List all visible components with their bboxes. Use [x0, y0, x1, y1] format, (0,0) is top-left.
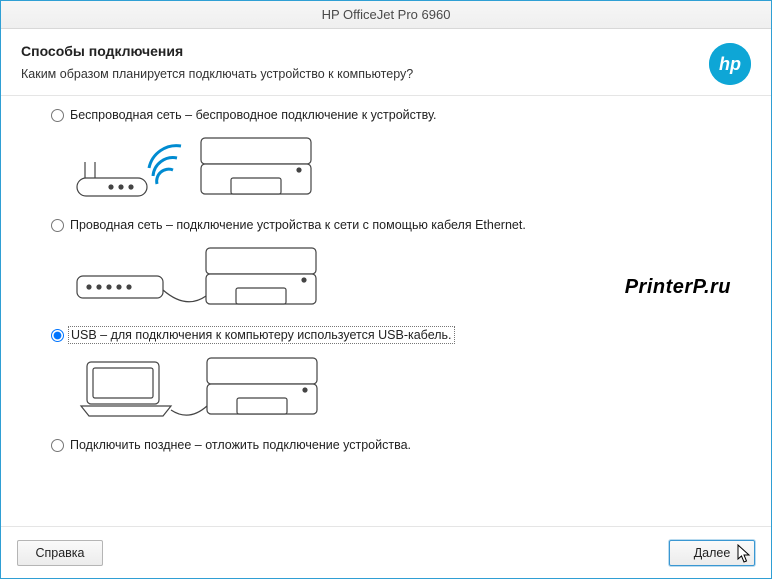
- option-later-label: Подключить позднее – отложить подключени…: [70, 438, 411, 452]
- option-later-row[interactable]: Подключить позднее – отложить подключени…: [51, 438, 731, 452]
- radio-wired[interactable]: [51, 219, 64, 232]
- option-wireless: Беспроводная сеть – беспроводное подключ…: [51, 108, 731, 208]
- watermark-text: PrinterP.ru: [625, 276, 731, 299]
- option-wireless-row[interactable]: Беспроводная сеть – беспроводное подключ…: [51, 108, 731, 122]
- radio-wireless[interactable]: [51, 109, 64, 122]
- footer: Справка Далее: [1, 526, 771, 578]
- page-subheading: Каким образом планируется подключать уст…: [21, 67, 413, 81]
- option-usb: USB – для подключения к компьютеру испол…: [51, 328, 731, 428]
- window-title: HP OfficeJet Pro 6960: [322, 7, 451, 22]
- page-heading: Способы подключения: [21, 43, 413, 59]
- next-button[interactable]: Далее: [669, 540, 755, 566]
- header-text: Способы подключения Каким образом планир…: [21, 43, 413, 81]
- header: Способы подключения Каким образом планир…: [1, 29, 771, 96]
- illustration-usb: [71, 348, 331, 428]
- option-wired-label: Проводная сеть – подключение устройства …: [70, 218, 526, 232]
- radio-usb[interactable]: [51, 329, 64, 342]
- illustration-wireless: [71, 128, 331, 208]
- option-wired-row[interactable]: Проводная сеть – подключение устройства …: [51, 218, 731, 232]
- option-usb-row[interactable]: USB – для подключения к компьютеру испол…: [51, 328, 731, 342]
- option-usb-label: USB – для подключения к компьютеру испол…: [70, 328, 453, 342]
- illustration-wired: [71, 238, 331, 318]
- window-titlebar[interactable]: HP OfficeJet Pro 6960: [1, 1, 771, 29]
- option-wireless-label: Беспроводная сеть – беспроводное подключ…: [70, 108, 436, 122]
- installer-window: HP OfficeJet Pro 6960 Способы подключени…: [0, 0, 772, 579]
- option-wired: Проводная сеть – подключение устройства …: [51, 218, 731, 318]
- help-button[interactable]: Справка: [17, 540, 103, 566]
- svg-text:hp: hp: [719, 54, 741, 74]
- content-area: Беспроводная сеть – беспроводное подключ…: [1, 96, 771, 526]
- hp-logo: hp: [709, 43, 751, 85]
- radio-later[interactable]: [51, 439, 64, 452]
- option-later: Подключить позднее – отложить подключени…: [51, 438, 731, 452]
